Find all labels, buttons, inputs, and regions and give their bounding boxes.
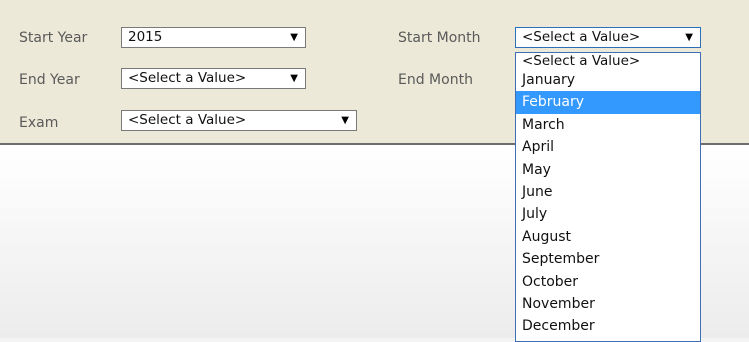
start-month-label: Start Month	[398, 30, 481, 46]
end-year-select[interactable]: <Select a Value> ▼	[121, 68, 306, 89]
start-year-select[interactable]: 2015 ▼	[121, 27, 306, 48]
start-year-label: Start Year	[19, 30, 88, 46]
dropdown-option[interactable]: August	[516, 226, 700, 248]
dropdown-option[interactable]: September	[516, 248, 700, 270]
dropdown-option[interactable]: March	[516, 114, 700, 136]
exam-select[interactable]: <Select a Value> ▼	[121, 110, 357, 131]
dropdown-option[interactable]: April	[516, 136, 700, 158]
start-month-value: <Select a Value>	[522, 29, 641, 45]
end-year-label: End Year	[19, 72, 80, 88]
dropdown-option-highlighted[interactable]: February	[516, 91, 700, 114]
dropdown-option[interactable]: January	[516, 69, 700, 91]
chevron-down-icon: ▼	[685, 32, 693, 43]
chevron-down-icon: ▼	[290, 32, 298, 43]
exam-value: <Select a Value>	[128, 112, 247, 128]
dropdown-option[interactable]: November	[516, 293, 700, 315]
dropdown-option[interactable]: October	[516, 271, 700, 293]
dropdown-option[interactable]: May	[516, 159, 700, 181]
dropdown-option[interactable]: July	[516, 203, 700, 225]
dropdown-option[interactable]: <Select a Value>	[516, 53, 700, 69]
chevron-down-icon: ▼	[341, 115, 349, 126]
end-year-value: <Select a Value>	[128, 70, 247, 86]
start-month-select[interactable]: <Select a Value> ▼	[515, 27, 701, 48]
start-year-value: 2015	[128, 29, 163, 45]
dropdown-option[interactable]: December	[516, 315, 700, 337]
exam-label: Exam	[19, 115, 59, 131]
dropdown-option[interactable]: June	[516, 181, 700, 203]
chevron-down-icon: ▼	[290, 73, 298, 84]
end-month-label: End Month	[398, 72, 473, 88]
start-month-dropdown-list[interactable]: <Select a Value> January February March …	[515, 52, 701, 342]
